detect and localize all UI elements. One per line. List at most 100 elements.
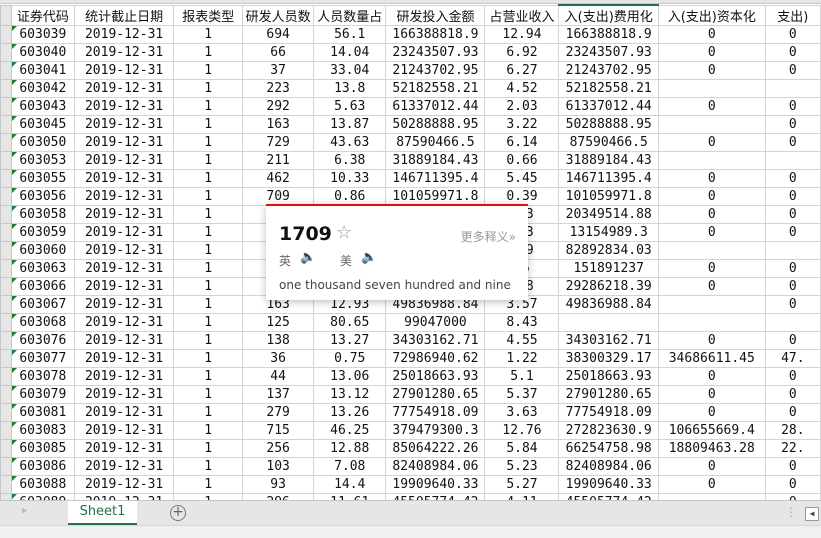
table-cell[interactable]: 603060 — [10, 241, 76, 260]
table-cell[interactable]: 47. — [764, 349, 821, 368]
table-cell[interactable]: 603063 — [10, 259, 76, 278]
table-cell[interactable]: 1 — [173, 313, 244, 332]
table-cell[interactable]: 50288888.95 — [558, 115, 659, 134]
row-header[interactable] — [0, 133, 12, 152]
row-header[interactable] — [0, 277, 12, 296]
table-cell[interactable]: 66254758.98 — [558, 439, 659, 458]
table-cell[interactable]: 462 — [242, 169, 315, 188]
table-cell[interactable]: 21243702.95 — [385, 61, 486, 80]
table-cell[interactable]: 0 — [657, 223, 766, 242]
table-cell[interactable]: 5.45 — [484, 169, 560, 188]
row-header[interactable] — [0, 79, 12, 98]
table-cell[interactable]: 1 — [173, 475, 244, 494]
table-cell[interactable]: 1 — [173, 295, 244, 314]
row-header[interactable] — [0, 43, 12, 62]
table-cell[interactable]: 603085 — [10, 439, 76, 458]
table-cell[interactable]: 87590466.5 — [385, 133, 486, 152]
table-cell[interactable]: 31889184.43 — [558, 151, 659, 170]
table-cell[interactable]: 1 — [173, 457, 244, 476]
table-cell[interactable]: 603056 — [10, 187, 76, 206]
table-cell[interactable]: 1 — [173, 97, 244, 116]
table-cell[interactable]: 37 — [242, 61, 315, 80]
table-cell[interactable]: 1 — [173, 169, 244, 188]
table-cell[interactable]: 0 — [657, 475, 766, 494]
table-cell[interactable]: 21243702.95 — [558, 61, 659, 80]
table-cell[interactable]: 166388818.9 — [558, 25, 659, 44]
table-cell[interactable]: 13.12 — [313, 385, 387, 404]
table-cell[interactable]: 2019-12-31 — [74, 79, 175, 98]
table-cell[interactable]: 2019-12-31 — [74, 169, 175, 188]
table-cell[interactable] — [764, 151, 821, 170]
table-cell[interactable] — [764, 241, 821, 260]
table-cell[interactable]: 1 — [173, 61, 244, 80]
table-cell[interactable]: 12.94 — [484, 25, 560, 44]
table-cell[interactable]: 5.63 — [313, 97, 387, 116]
row-header[interactable] — [0, 187, 12, 206]
table-cell[interactable]: 0 — [657, 169, 766, 188]
table-cell[interactable]: 2019-12-31 — [74, 421, 175, 440]
more-definitions-link[interactable]: 更多释义» — [461, 228, 516, 245]
table-cell[interactable]: 0 — [764, 25, 821, 44]
row-header[interactable] — [0, 223, 12, 242]
table-cell[interactable]: 2019-12-31 — [74, 97, 175, 116]
corner-cell[interactable] — [0, 4, 12, 26]
table-cell[interactable]: 50288888.95 — [385, 115, 486, 134]
table-cell[interactable]: 14.4 — [313, 475, 387, 494]
table-cell[interactable]: 603045 — [10, 115, 76, 134]
table-cell[interactable]: 0.86 — [313, 187, 387, 206]
table-cell[interactable]: 603067 — [10, 295, 76, 314]
column-header[interactable]: 人员数量占 — [313, 4, 387, 26]
table-cell[interactable]: 0 — [764, 385, 821, 404]
table-cell[interactable]: 2019-12-31 — [74, 115, 175, 134]
table-cell[interactable]: 25018663.93 — [558, 367, 659, 386]
row-header[interactable] — [0, 475, 12, 494]
column-header[interactable]: 支出) — [764, 4, 821, 26]
table-cell[interactable]: 61337012.44 — [385, 97, 486, 116]
table-cell[interactable]: 2019-12-31 — [74, 277, 175, 296]
table-cell[interactable]: 27901280.65 — [385, 385, 486, 404]
table-cell[interactable]: 1 — [173, 331, 244, 350]
table-cell[interactable]: 99047000 — [385, 313, 486, 332]
table-cell[interactable]: 5.37 — [484, 385, 560, 404]
table-cell[interactable]: 87590466.5 — [558, 133, 659, 152]
table-cell[interactable]: 1.22 — [484, 349, 560, 368]
table-cell[interactable]: 6.27 — [484, 61, 560, 80]
table-cell[interactable]: 5.84 — [484, 439, 560, 458]
table-cell[interactable]: 2019-12-31 — [74, 331, 175, 350]
uk-speaker-icon[interactable]: 🔈 — [300, 250, 316, 265]
table-cell[interactable]: 0 — [764, 133, 821, 152]
table-cell[interactable]: 0 — [657, 403, 766, 422]
table-cell[interactable]: 0 — [764, 115, 821, 134]
table-cell[interactable]: 93 — [242, 475, 315, 494]
sheet-tab-sheet1[interactable]: Sheet1 — [68, 501, 137, 525]
table-cell[interactable]: 125 — [242, 313, 315, 332]
table-cell[interactable]: 5.23 — [484, 457, 560, 476]
table-cell[interactable] — [764, 313, 821, 332]
table-cell[interactable]: 3.22 — [484, 115, 560, 134]
table-cell[interactable]: 0 — [764, 367, 821, 386]
table-cell[interactable]: 13.8 — [313, 79, 387, 98]
table-cell[interactable]: 6.14 — [484, 133, 560, 152]
table-cell[interactable] — [657, 115, 766, 134]
table-cell[interactable]: 0 — [764, 259, 821, 278]
table-cell[interactable]: 2019-12-31 — [74, 439, 175, 458]
table-cell[interactable]: 603066 — [10, 277, 76, 296]
table-cell[interactable]: 29286218.39 — [558, 277, 659, 296]
table-cell[interactable]: 61337012.44 — [558, 97, 659, 116]
table-cell[interactable]: 0 — [657, 133, 766, 152]
table-cell[interactable]: 0 — [657, 385, 766, 404]
table-cell[interactable]: 0 — [764, 205, 821, 224]
table-cell[interactable]: 137 — [242, 385, 315, 404]
table-cell[interactable]: 85064222.26 — [385, 439, 486, 458]
table-cell[interactable]: 0 — [657, 61, 766, 80]
table-cell[interactable]: 603039 — [10, 25, 76, 44]
row-header[interactable] — [0, 349, 12, 368]
table-cell[interactable]: 10.33 — [313, 169, 387, 188]
add-sheet-button[interactable]: + — [170, 505, 186, 521]
table-cell[interactable]: 34303162.71 — [558, 331, 659, 350]
table-cell[interactable]: 82408984.06 — [385, 457, 486, 476]
table-cell[interactable]: 603088 — [10, 475, 76, 494]
table-cell[interactable]: 603068 — [10, 313, 76, 332]
table-cell[interactable]: 1 — [173, 403, 244, 422]
table-cell[interactable]: 1 — [173, 43, 244, 62]
